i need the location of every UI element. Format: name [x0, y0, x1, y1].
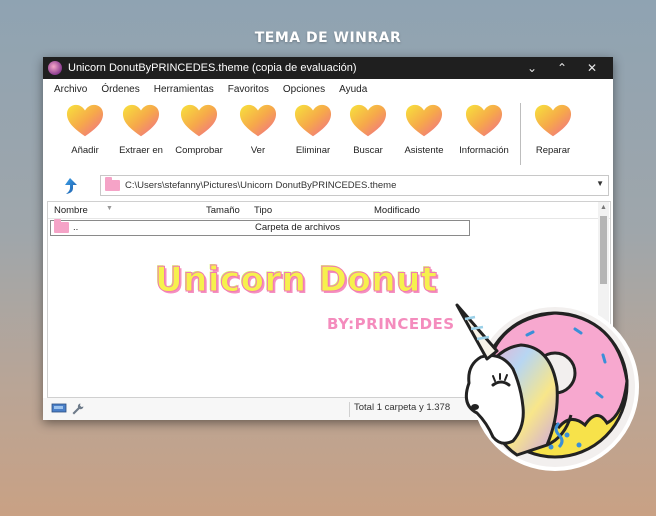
test-button[interactable]: Comprobar — [169, 103, 229, 156]
maximize-button[interactable]: ⌃ — [547, 61, 577, 75]
heart-icon — [534, 103, 572, 139]
wizard-label: Asistente — [404, 145, 444, 156]
menu-opciones[interactable]: Opciones — [276, 84, 332, 95]
repair-label: Reparar — [535, 145, 571, 156]
folder-icon — [105, 177, 120, 191]
scroll-thumb[interactable] — [600, 216, 607, 284]
info-label: Información — [459, 145, 509, 156]
toolbar-separator — [520, 103, 521, 165]
minimize-button[interactable]: ⌄ — [517, 61, 547, 75]
banner-title: TEMA DE WINRAR — [254, 30, 402, 46]
column-name[interactable]: Nombre — [54, 205, 88, 216]
scroll-up-icon[interactable]: ▲ — [600, 204, 607, 211]
view-button[interactable]: Ver — [228, 103, 288, 156]
extract-to-label: Extraer en — [119, 145, 163, 156]
row-name: .. — [73, 222, 79, 233]
wrench-icon[interactable] — [71, 402, 85, 416]
column-header: Nombre ▼ Tamaño Tipo Modificado — [48, 202, 610, 219]
column-modified[interactable]: Modificado — [374, 205, 420, 216]
drive-icon[interactable] — [51, 402, 67, 414]
find-button[interactable]: Buscar — [338, 103, 398, 156]
heart-icon — [405, 103, 443, 139]
column-size[interactable]: Tamaño — [206, 205, 240, 216]
add-button[interactable]: Añadir — [55, 103, 115, 156]
window-title: Unicorn DonutByPRINCEDES.theme (copia de… — [68, 62, 357, 74]
window-controls: ⌄ ⌃ ✕ — [517, 57, 607, 79]
menu-ayuda[interactable]: Ayuda — [332, 84, 374, 95]
test-label: Comprobar — [175, 145, 223, 156]
repair-button[interactable]: Reparar — [523, 103, 583, 156]
path-text: C:\Users\stefanny\Pictures\Unicorn Donut… — [125, 180, 397, 191]
menu-ordenes[interactable]: Órdenes — [94, 84, 146, 95]
extract-to-button[interactable]: Extraer en — [111, 103, 171, 156]
heart-icon — [180, 103, 218, 139]
heart-icon — [465, 103, 503, 139]
toolbar: Añadir Extraer en Comprobar Ver Eliminar… — [43, 99, 613, 169]
path-field[interactable]: C:\Users\stefanny\Pictures\Unicorn Donut… — [100, 175, 609, 196]
row-type: Carpeta de archivos — [255, 222, 341, 233]
unicorn-donut-sticker — [455, 303, 639, 471]
close-button[interactable]: ✕ — [577, 61, 607, 75]
heart-icon — [239, 103, 277, 139]
status-icons — [51, 402, 85, 416]
delete-label: Eliminar — [295, 145, 331, 156]
view-label: Ver — [250, 145, 266, 156]
column-type[interactable]: Tipo — [254, 205, 272, 216]
menu-archivo[interactable]: Archivo — [47, 84, 94, 95]
wizard-button[interactable]: Asistente — [394, 103, 454, 156]
heart-icon — [66, 103, 104, 139]
sort-arrow-icon: ▼ — [106, 205, 113, 212]
menu-favoritos[interactable]: Favoritos — [221, 84, 276, 95]
app-icon — [48, 61, 62, 75]
add-label: Añadir — [71, 145, 99, 156]
title-bar[interactable]: Unicorn DonutByPRINCEDES.theme (copia de… — [43, 57, 613, 79]
up-arrow-icon[interactable] — [61, 177, 79, 195]
folder-icon — [54, 219, 69, 233]
delete-button[interactable]: Eliminar — [283, 103, 343, 156]
chevron-down-icon[interactable]: ▼ — [596, 179, 604, 188]
info-button[interactable]: Información — [454, 103, 514, 156]
heart-icon — [122, 103, 160, 139]
table-row[interactable]: .. Carpeta de archivos — [50, 219, 470, 236]
menu-bar: Archivo Órdenes Herramientas Favoritos O… — [43, 79, 613, 99]
find-label: Buscar — [353, 145, 383, 156]
menu-herramientas[interactable]: Herramientas — [147, 84, 221, 95]
address-bar: C:\Users\stefanny\Pictures\Unicorn Donut… — [43, 172, 613, 198]
heart-icon — [294, 103, 332, 139]
heart-icon — [349, 103, 387, 139]
